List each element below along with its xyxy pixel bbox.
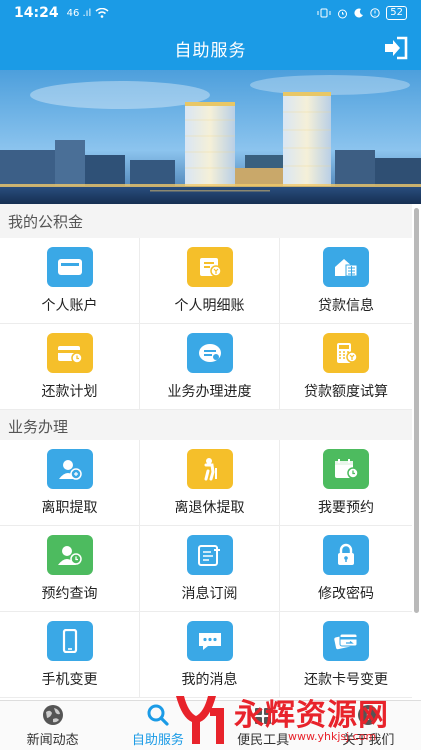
calendar-clock-icon (323, 448, 369, 489)
elder-icon (186, 448, 233, 489)
loan-calculator-label: 贷款额度试算 (304, 383, 388, 400)
signal-text: 46 .ıl (66, 7, 92, 19)
my-messages-label: 我的消息 (181, 671, 238, 688)
make-appointment-label: 我要预约 (318, 499, 374, 516)
personal-account-label: 个人账户 (41, 297, 98, 314)
section-title-business: 业务办理 (8, 418, 69, 436)
retirement-withdrawal-button[interactable]: 离退休提取 (140, 440, 280, 526)
calculator-icon (323, 332, 369, 373)
phone-change-button[interactable]: 手机变更 (0, 612, 140, 698)
business-grid: 离职提取 离退休提取 我要预约 预约查询 消息订阅 修改密码 手机变更 我的消息… (0, 440, 412, 698)
vibrate-icon (317, 8, 331, 18)
retirement-withdrawal-label: 离退休提取 (174, 499, 245, 516)
user-leave-icon (46, 448, 93, 489)
wallet-icon (46, 246, 93, 287)
loan-info-label: 贷款信息 (318, 297, 374, 314)
nav-tools-label: 便民工具 (237, 733, 290, 748)
personal-ledger-button[interactable]: 个人明细账 (140, 238, 280, 324)
nav-self-service-label: 自助服务 (131, 733, 184, 748)
bill-icon (186, 246, 233, 287)
business-progress-button[interactable]: 业务办理进度 (140, 324, 280, 410)
business-progress-label: 业务办理进度 (167, 383, 252, 400)
my-messages-button[interactable]: 我的消息 (140, 612, 280, 698)
nav-self-service[interactable]: 自助服务 (105, 701, 210, 750)
resignation-withdrawal-label: 离职提取 (41, 499, 98, 516)
battery-indicator: 52 (386, 6, 407, 20)
loan-calculator-button[interactable]: 贷款额度试算 (280, 324, 412, 410)
progress-icon (186, 332, 233, 373)
subscribe-icon (186, 534, 233, 575)
banner-image (0, 70, 421, 204)
status-bar: 14:24 46 .ıl 52 (0, 0, 421, 26)
about-icon (358, 705, 379, 725)
repayment-card-change-button[interactable]: 还款卡号变更 (280, 612, 412, 698)
my-fund-grid: 个人账户 个人明细账 贷款信息 还款计划 业务办理进度 贷款额度试算 (0, 238, 412, 410)
globe-icon (42, 705, 63, 725)
resignation-withdrawal-button[interactable]: 离职提取 (0, 440, 140, 526)
phone-change-label: 手机变更 (41, 671, 98, 688)
card-plan-icon (46, 332, 93, 373)
lock-icon (323, 534, 369, 575)
bottom-nav: 新闻动态 自助服务 便民工具 关于我们 (0, 700, 421, 750)
personal-account-button[interactable]: 个人账户 (0, 238, 140, 324)
search-icon (147, 704, 169, 726)
nav-about[interactable]: 关于我们 (316, 701, 421, 750)
nav-news-label: 新闻动态 (26, 733, 79, 748)
alarm-icon (338, 9, 348, 18)
app-header: 自助服务 (0, 26, 421, 70)
message-subscribe-button[interactable]: 消息订阅 (140, 526, 280, 612)
logout-icon[interactable] (383, 36, 409, 60)
make-appointment-button[interactable]: 我要预约 (280, 440, 412, 526)
alert-icon (370, 8, 380, 18)
message-icon (186, 620, 233, 661)
section-title-my-fund: 我的公积金 (8, 213, 84, 231)
appointment-query-button[interactable]: 预约查询 (0, 526, 140, 612)
message-subscribe-label: 消息订阅 (181, 585, 238, 602)
repayment-card-change-label: 还款卡号变更 (304, 671, 388, 688)
personal-ledger-label: 个人明细账 (174, 297, 245, 314)
change-password-label: 修改密码 (318, 585, 374, 602)
moon-icon (354, 8, 364, 18)
tools-icon (255, 708, 272, 724)
phone-icon (46, 620, 93, 661)
nav-about-label: 关于我们 (342, 733, 395, 748)
appointment-query-label: 预约查询 (41, 585, 98, 602)
repayment-plan-label: 还款计划 (41, 383, 98, 400)
nav-tools[interactable]: 便民工具 (211, 701, 316, 750)
scrollbar[interactable] (414, 208, 419, 613)
loan-info-button[interactable]: 贷款信息 (280, 238, 412, 324)
card-change-icon (323, 620, 369, 661)
house-icon (323, 246, 369, 287)
city-skyline-image (0, 70, 421, 204)
status-right: 52 (317, 6, 407, 20)
status-time: 14:24 (14, 5, 59, 21)
page-title: 自助服务 (174, 40, 247, 61)
change-password-button[interactable]: 修改密码 (280, 526, 412, 612)
user-clock-icon (46, 534, 93, 575)
repayment-plan-button[interactable]: 还款计划 (0, 324, 140, 410)
wifi-icon (95, 8, 109, 18)
signal-indicator: 46 .ıl (67, 8, 110, 19)
nav-news[interactable]: 新闻动态 (0, 701, 105, 750)
